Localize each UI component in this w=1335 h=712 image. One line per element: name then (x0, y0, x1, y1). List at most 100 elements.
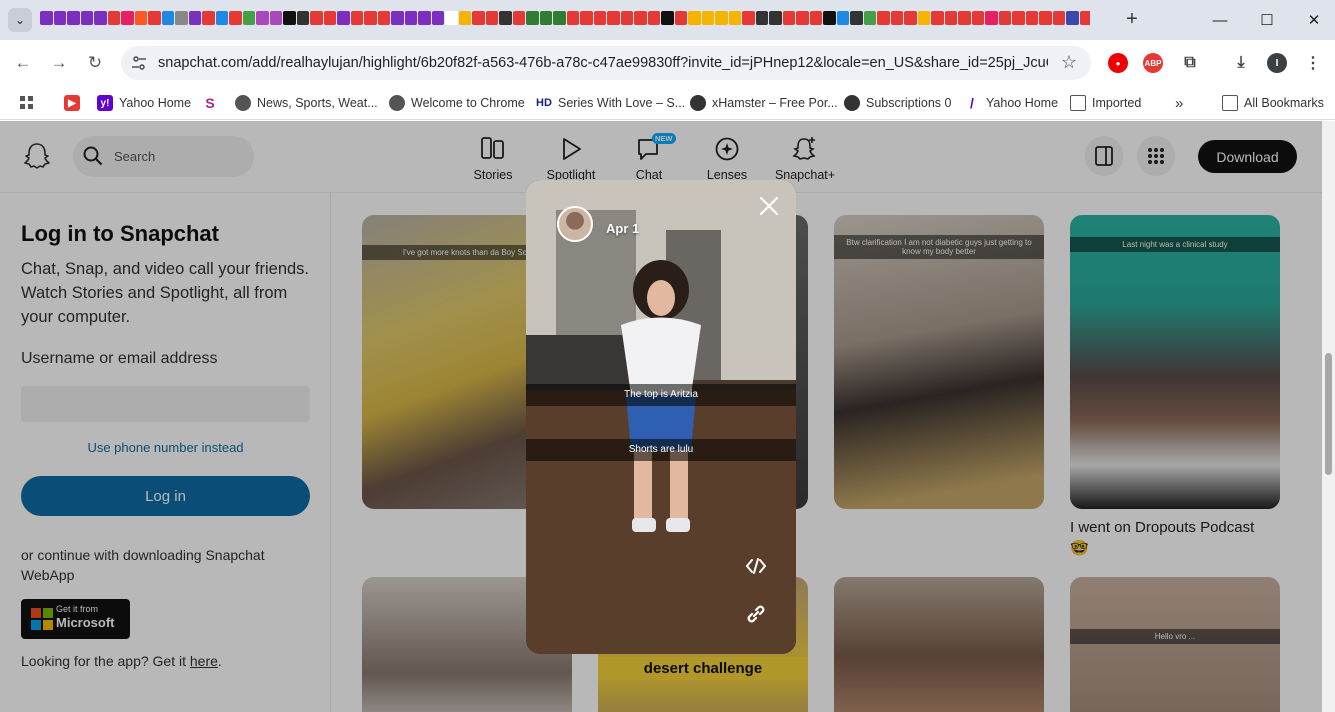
adblock-icon[interactable]: ABP (1143, 53, 1163, 73)
tab-favicon-icon[interactable] (890, 11, 903, 25)
tab-favicon-icon[interactable] (1079, 11, 1090, 25)
tab-favicon-icon[interactable] (782, 11, 795, 25)
tab-favicon-icon[interactable] (512, 11, 525, 25)
tab-favicon-icon[interactable] (40, 11, 53, 25)
tab-favicon-icon[interactable] (94, 11, 107, 25)
tab-favicon-icon[interactable] (418, 11, 431, 25)
all-bookmarks-folder[interactable]: All Bookmarks (1222, 93, 1324, 113)
tab-favicon-icon[interactable] (377, 11, 390, 25)
tab-favicon-icon[interactable] (863, 11, 876, 25)
tab-favicon-icon[interactable] (728, 11, 741, 25)
tab-favicon-icon[interactable] (634, 11, 647, 25)
tab-favicon-icon[interactable] (661, 11, 674, 25)
tab-favicon-icon[interactable] (674, 11, 687, 25)
url-text[interactable]: snapchat.com/add/realhaylujan/highlight/… (158, 55, 1048, 71)
tab-favicon-icon[interactable] (566, 11, 579, 25)
close-icon[interactable] (758, 195, 780, 217)
more-bookmarks-chevron-icon[interactable]: » (1175, 93, 1183, 113)
extension-icon[interactable]: ● (1108, 53, 1128, 73)
tab-favicon-icon[interactable] (121, 11, 134, 25)
tab-favicon-icon[interactable] (337, 11, 350, 25)
tab-favicon-icon[interactable] (499, 11, 512, 25)
link-icon[interactable] (744, 602, 768, 626)
downloads-icon[interactable]: ⤓ (1231, 53, 1251, 73)
tab-favicon-icon[interactable] (620, 11, 633, 25)
tab-favicon-icon[interactable] (593, 11, 606, 25)
tab-favicon-icon[interactable] (350, 11, 363, 25)
story-author-avatar[interactable] (557, 206, 593, 242)
tab-favicon-icon[interactable] (242, 11, 255, 25)
tab-favicon-icon[interactable] (188, 11, 201, 25)
tab-favicon-icon[interactable] (1012, 11, 1025, 25)
bookmark-star-icon[interactable]: ☆ (1061, 52, 1077, 73)
tab-favicon-icon[interactable] (769, 11, 782, 25)
tab-favicon-icon[interactable] (836, 11, 849, 25)
bookmark-news[interactable]: News, Sports, Weat... (235, 93, 378, 113)
tab-favicon-icon[interactable] (647, 11, 660, 25)
tab-favicon-icon[interactable] (148, 11, 161, 25)
bookmark-folder-imported[interactable]: Imported (1070, 93, 1141, 113)
tab-favicon-icon[interactable] (580, 11, 593, 25)
tab-favicon-icon[interactable] (53, 11, 66, 25)
tab-favicon-icon[interactable] (553, 11, 566, 25)
new-tab-button[interactable]: + (1122, 8, 1142, 30)
tab-favicon-icon[interactable] (1052, 11, 1065, 25)
tab-favicon-icon[interactable] (323, 11, 336, 25)
tab-favicon-icon[interactable] (998, 11, 1011, 25)
apps-grid-icon[interactable] (20, 93, 34, 113)
tab-favicon-icon[interactable] (269, 11, 282, 25)
minimize-button[interactable]: — (1208, 8, 1232, 32)
tab-favicon-icon[interactable] (107, 11, 120, 25)
tab-favicon-icon[interactable] (229, 11, 242, 25)
tab-favicon-icon[interactable] (742, 11, 755, 25)
tab-favicon-icon[interactable] (431, 11, 444, 25)
tab-favicon-icon[interactable] (134, 11, 147, 25)
bookmark-s[interactable]: S (202, 93, 218, 113)
bookmark-xhamster[interactable]: xHamster – Free Por... (690, 93, 838, 113)
maximize-button[interactable]: ☐ (1255, 8, 1279, 32)
extensions-puzzle-icon[interactable]: ⧉ (1180, 53, 1200, 73)
embed-code-icon[interactable] (744, 554, 768, 578)
tab-favicon-icon[interactable] (688, 11, 701, 25)
tab-favicon-icon[interactable] (539, 11, 552, 25)
tab-favicon-icon[interactable] (526, 11, 539, 25)
close-window-button[interactable]: ✕ (1302, 8, 1326, 32)
bookmark-yahoo-home[interactable]: y! Yahoo Home (97, 93, 191, 113)
back-button[interactable]: ← (11, 51, 35, 75)
tab-favicon-icon[interactable] (310, 11, 323, 25)
tab-favicon-icon[interactable] (823, 11, 836, 25)
tab-favicon-icon[interactable] (701, 11, 714, 25)
tab-favicon-icon[interactable] (215, 11, 228, 25)
tab-favicon-icon[interactable] (161, 11, 174, 25)
bookmark-subscriptions[interactable]: Subscriptions 0 (844, 93, 951, 113)
tab-favicon-icon[interactable] (850, 11, 863, 25)
tab-favicon-icon[interactable] (458, 11, 471, 25)
tab-favicon-icon[interactable] (391, 11, 404, 25)
tab-favicon-icon[interactable] (755, 11, 768, 25)
reload-button[interactable]: ↻ (83, 51, 107, 75)
tab-search-button[interactable]: ⌄ (8, 8, 32, 32)
tab-favicon-icon[interactable] (958, 11, 971, 25)
tab-favicon-icon[interactable] (971, 11, 984, 25)
tab-favicon-icon[interactable] (80, 11, 93, 25)
tab-favicon-icon[interactable] (472, 11, 485, 25)
tab-favicon-icon[interactable] (1025, 11, 1038, 25)
tab-favicon-icon[interactable] (67, 11, 80, 25)
tab-favicon-icon[interactable] (715, 11, 728, 25)
tab-favicon-icon[interactable] (296, 11, 309, 25)
tab-favicon-icon[interactable] (404, 11, 417, 25)
tab-favicon-icon[interactable] (809, 11, 822, 25)
tab-favicon-icon[interactable] (364, 11, 377, 25)
profile-avatar[interactable]: I (1267, 53, 1287, 73)
tab-favicon-icon[interactable] (877, 11, 890, 25)
pinned-tabs[interactable] (40, 11, 1090, 29)
menu-kebab-icon[interactable]: ⋮ (1303, 53, 1323, 73)
tab-favicon-icon[interactable] (256, 11, 269, 25)
tab-favicon-icon[interactable] (931, 11, 944, 25)
address-bar[interactable]: snapchat.com/add/realhaylujan/highlight/… (121, 46, 1091, 80)
bookmark-welcome-chrome[interactable]: Welcome to Chrome (389, 93, 525, 113)
tab-favicon-icon[interactable] (985, 11, 998, 25)
bookmark-yahoo-home-2[interactable]: / Yahoo Home (964, 93, 1058, 113)
scrollbar-thumb[interactable] (1325, 353, 1332, 475)
page-scrollbar[interactable] (1322, 121, 1335, 712)
